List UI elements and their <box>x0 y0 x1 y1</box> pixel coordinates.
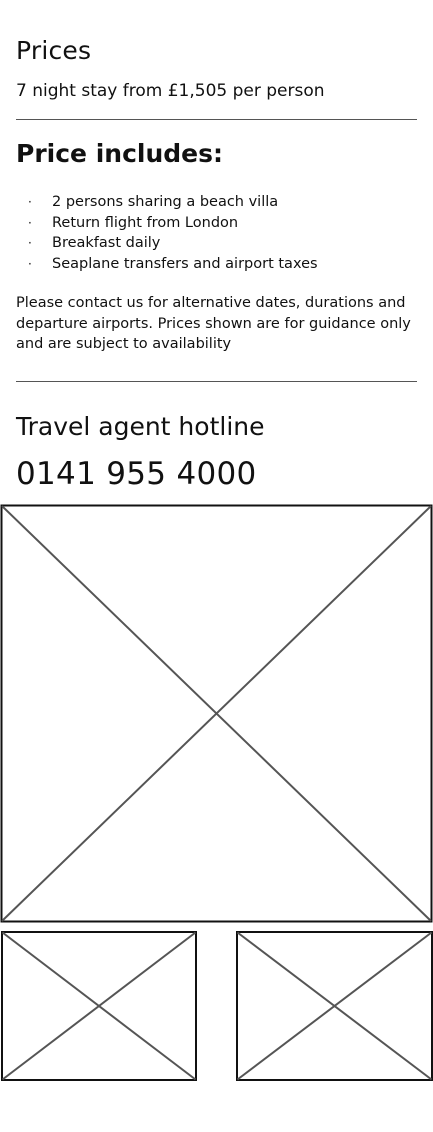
list-item-label: Breakfast daily <box>52 235 161 251</box>
list-item: · Return flight from London <box>28 213 318 234</box>
prices-heading: Prices <box>16 36 92 65</box>
price-summary: 7 night stay from £1,505 per person <box>16 81 325 101</box>
list-item: · Breakfast daily <box>28 233 318 254</box>
bullet-icon: · <box>28 195 32 209</box>
hotline-phone-number[interactable]: 0141 955 4000 <box>16 456 257 492</box>
availability-notice: Please contact us for alternative dates,… <box>16 295 411 352</box>
main-image-placeholder[interactable] <box>0 504 433 923</box>
bullet-icon: · <box>28 256 32 271</box>
list-item-label: Seaplane transfers and airport taxes <box>52 255 318 272</box>
list-item: · Seaplane transfers and airport taxes <box>28 254 318 275</box>
price-includes-list: · 2 persons sharing a beach villa · Return… <box>28 192 318 274</box>
bullet-icon: · <box>28 215 32 230</box>
price-includes-heading: Price includes: <box>16 139 223 168</box>
divider <box>16 381 417 382</box>
thumbnail-image-placeholder-left[interactable] <box>1 931 197 1081</box>
hotline-heading: Travel agent hotline <box>16 412 265 441</box>
bullet-icon: · <box>28 236 32 250</box>
list-item-label: 2 persons sharing a beach villa <box>52 194 279 210</box>
list-item-label: Return flight from London <box>52 214 239 231</box>
divider <box>16 119 417 120</box>
list-item: · 2 persons sharing a beach villa <box>28 192 318 213</box>
thumbnail-image-placeholder-right[interactable] <box>236 931 433 1081</box>
